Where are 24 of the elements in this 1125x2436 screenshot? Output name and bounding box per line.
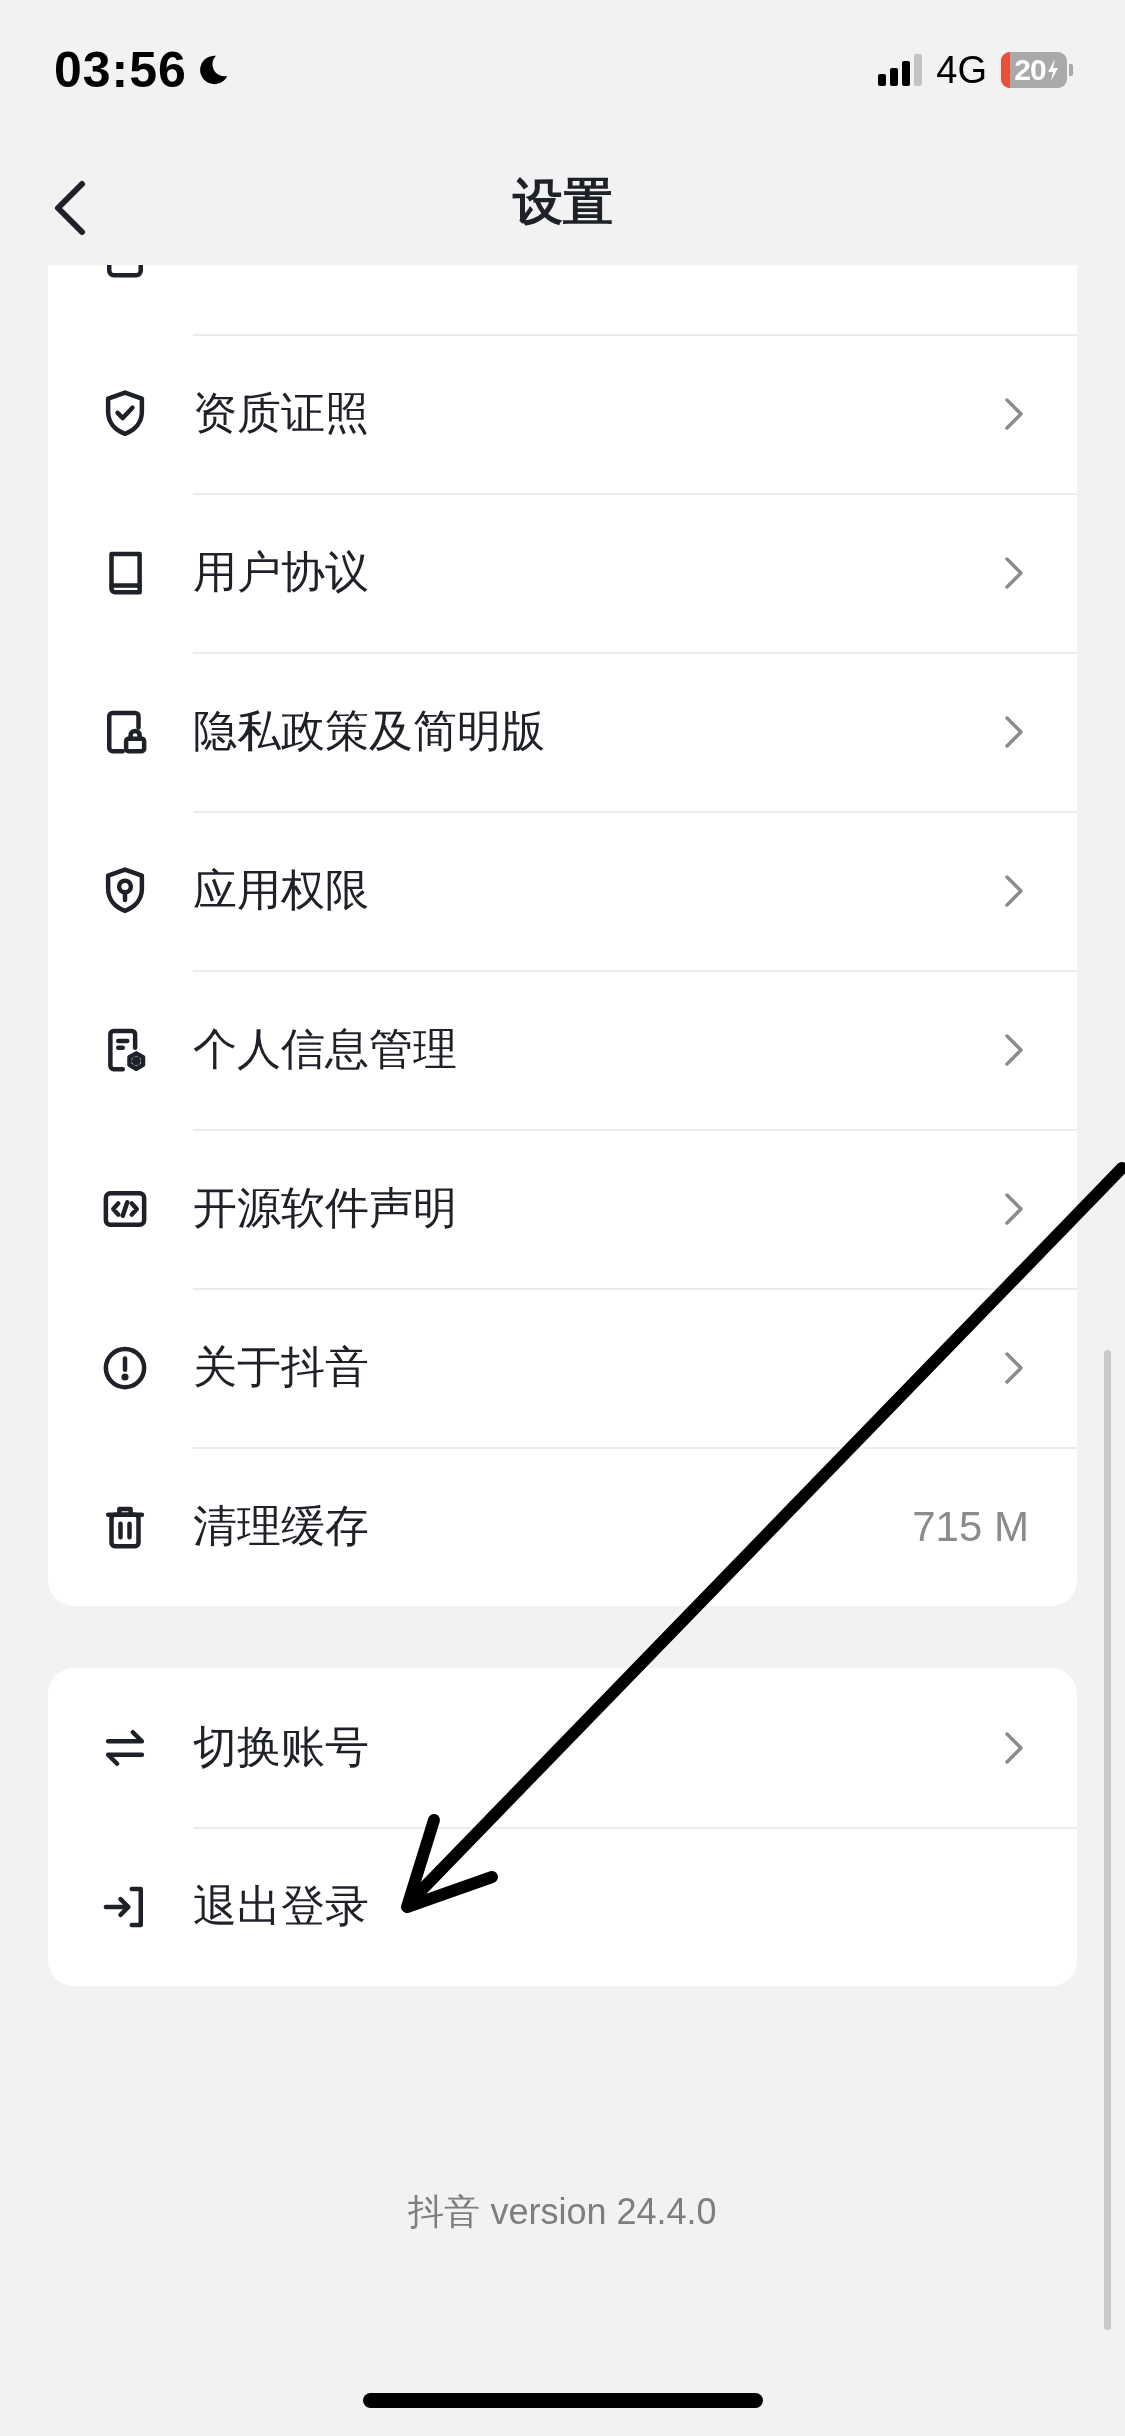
signal-icon [878, 54, 923, 86]
version-text: 抖音 version 24.4.0 [407, 2190, 718, 2234]
settings-row[interactable]: 资质证照 [48, 334, 1077, 493]
page-title: 设置 [512, 173, 613, 232]
chevron-right-icon [1003, 395, 1025, 432]
network-type: 4G [936, 48, 987, 92]
settings-row[interactable]: 用户协议 [48, 493, 1077, 652]
settings-row[interactable]: 关于抖音 [48, 1288, 1077, 1447]
settings-row[interactable]: 退出登录 [48, 1827, 1077, 1986]
settings-row[interactable]: 切换账号 [48, 1668, 1077, 1827]
settings-row[interactable]: 隐私政策及简明版 [48, 652, 1077, 811]
chevron-right-icon [1003, 1190, 1025, 1227]
chevron-right-icon [1003, 1349, 1025, 1386]
chevron-right-icon [1003, 872, 1025, 909]
chevron-right-icon [1003, 1729, 1025, 1766]
status-time: 03:56 [54, 41, 187, 99]
chevron-right-icon [1003, 1031, 1025, 1068]
cache-size: 715 M [912, 1502, 1029, 1551]
settings-row[interactable]: 应用权限 [48, 811, 1077, 970]
chevron-right-icon [1003, 713, 1025, 750]
settings-row[interactable]: 清理缓存 715 M [48, 1447, 1077, 1606]
chevron-right-icon [1003, 554, 1025, 591]
settings-row[interactable]: 开源软件声明 [48, 1129, 1077, 1288]
settings-row[interactable]: 个人信息管理 [48, 970, 1077, 1129]
